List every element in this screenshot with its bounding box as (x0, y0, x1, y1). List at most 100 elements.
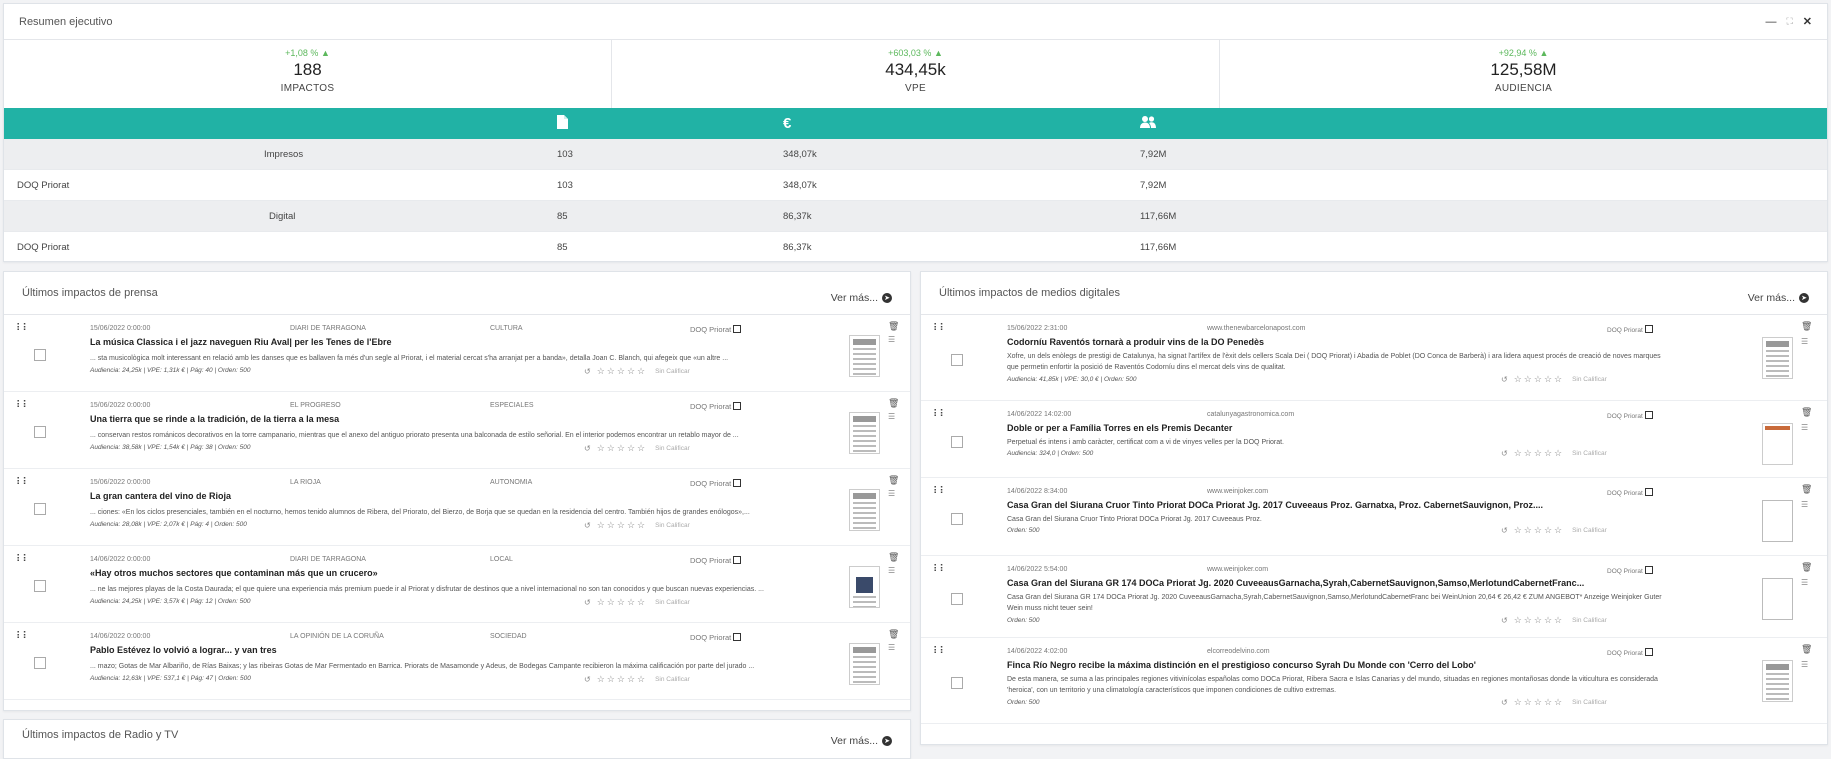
trash-icon[interactable]: 🗑 (888, 398, 899, 409)
trash-icon[interactable]: 🗑 (888, 629, 899, 640)
item-title[interactable]: Casa Gran del Siurana GR 174 DOCa Priora… (1007, 578, 1697, 588)
thumbnail-image[interactable] (849, 335, 880, 377)
select-checkbox[interactable] (34, 580, 46, 592)
item-title[interactable]: Codorníu Raventós tornarà a produir vins… (1007, 337, 1697, 347)
reset-rating-icon[interactable]: ↺ (1501, 375, 1508, 384)
star-icon[interactable]: ☆ (1534, 615, 1542, 626)
star-icon[interactable]: ☆ (1554, 448, 1562, 459)
item-client[interactable]: DOQ Priorat (690, 478, 742, 488)
star-icon[interactable]: ☆ (607, 597, 615, 608)
edit-icon[interactable] (1644, 488, 1653, 496)
reset-rating-icon[interactable]: ↺ (1501, 526, 1508, 535)
item-client[interactable]: DOQ Priorat (690, 555, 742, 565)
reset-rating-icon[interactable]: ↺ (1501, 698, 1508, 707)
document-icon[interactable]: ☰ (888, 335, 895, 344)
star-icon[interactable]: ☆ (627, 443, 635, 454)
star-icon[interactable]: ☆ (627, 366, 635, 377)
item-client[interactable]: DOQ Priorat (1607, 324, 1653, 334)
star-icon[interactable]: ☆ (1544, 525, 1552, 536)
item-client[interactable]: DOQ Priorat (1607, 565, 1653, 575)
star-icon[interactable]: ☆ (1534, 374, 1542, 385)
summary-row-impresos[interactable]: Impresos 103 348,07k 7,92M (4, 139, 1827, 170)
thumbnail-image[interactable] (849, 489, 880, 531)
star-icon[interactable]: ☆ (637, 597, 645, 608)
star-icon[interactable]: ☆ (1524, 615, 1532, 626)
select-checkbox[interactable] (34, 349, 46, 361)
trash-icon[interactable]: 🗑 (1801, 562, 1812, 573)
star-icon[interactable]: ☆ (1524, 697, 1532, 708)
item-client[interactable]: DOQ Priorat (1607, 647, 1653, 657)
press-item[interactable]: ⠇⠇ 15/06/2022 0:00:00 DIARI DE TARRAGONA CU… (4, 315, 910, 392)
reset-rating-icon[interactable]: ↺ (584, 598, 591, 607)
select-checkbox[interactable] (951, 677, 963, 689)
reset-rating-icon[interactable]: ↺ (584, 675, 591, 684)
drag-handle-icon[interactable]: ⠇⠇ (933, 409, 947, 420)
drag-handle-icon[interactable]: ⠇⠇ (16, 323, 30, 334)
star-icon[interactable]: ☆ (1554, 525, 1562, 536)
thumbnail-image[interactable] (1762, 500, 1793, 542)
press-item[interactable]: ⠇⠇ 14/06/2022 0:00:00 LA OPINIÓN DE LA COR… (4, 623, 910, 700)
star-icon[interactable]: ☆ (637, 443, 645, 454)
item-title[interactable]: Finca Río Negro recibe la máxima distinc… (1007, 660, 1697, 670)
star-icon[interactable]: ☆ (627, 597, 635, 608)
star-icon[interactable]: ☆ (637, 674, 645, 685)
star-icon[interactable]: ☆ (1544, 374, 1552, 385)
star-icon[interactable]: ☆ (1524, 374, 1532, 385)
document-icon[interactable]: ☰ (1801, 500, 1808, 509)
star-icon[interactable]: ☆ (607, 366, 615, 377)
thumbnail-image[interactable] (849, 412, 880, 454)
press-see-more-link[interactable]: Ver más... ➤ (831, 292, 892, 304)
star-icon[interactable]: ☆ (617, 674, 625, 685)
edit-icon[interactable] (1644, 566, 1653, 574)
document-icon[interactable]: ☰ (1801, 423, 1808, 432)
star-icon[interactable]: ☆ (1524, 448, 1532, 459)
summary-row-client[interactable]: DOQ Priorat 103 348,07k 7,92M (4, 170, 1827, 201)
digital-item[interactable]: ⠇⠇ 14/06/2022 4:02:00 elcorreodelvino.com D… (921, 638, 1827, 724)
document-icon[interactable]: ☰ (1801, 337, 1808, 346)
star-icon[interactable]: ☆ (1534, 697, 1542, 708)
item-title[interactable]: Casa Gran del Siurana Cruor Tinto Priora… (1007, 500, 1697, 510)
item-client[interactable]: DOQ Priorat (690, 632, 742, 642)
star-icon[interactable]: ☆ (1544, 615, 1552, 626)
thumbnail-image[interactable] (849, 643, 880, 685)
star-icon[interactable]: ☆ (1534, 525, 1542, 536)
star-icon[interactable]: ☆ (1514, 615, 1522, 626)
expand-icon[interactable]: ⛶ (1786, 16, 1792, 27)
select-checkbox[interactable] (34, 503, 46, 515)
drag-handle-icon[interactable]: ⠇⠇ (933, 486, 947, 497)
digital-item[interactable]: ⠇⠇ 14/06/2022 14:02:00 catalunyagastronomi… (921, 401, 1827, 478)
select-checkbox[interactable] (34, 426, 46, 438)
trash-icon[interactable]: 🗑 (888, 321, 899, 332)
select-checkbox[interactable] (951, 593, 963, 605)
thumbnail-image[interactable] (1762, 423, 1793, 465)
item-title[interactable]: La música Classica i el jazz naveguen Ri… (90, 337, 790, 347)
item-title[interactable]: La gran cantera del vino de Rioja (90, 491, 790, 501)
item-client[interactable]: DOQ Priorat (690, 324, 742, 334)
summary-row-digital[interactable]: Digital 85 86,37k 117,66M (4, 201, 1827, 232)
digital-item[interactable]: ⠇⠇ 15/06/2022 2:31:00 www.thenewbarcelonap… (921, 315, 1827, 401)
select-checkbox[interactable] (34, 657, 46, 669)
drag-handle-icon[interactable]: ⠇⠇ (16, 554, 30, 565)
drag-handle-icon[interactable]: ⠇⠇ (933, 646, 947, 657)
reset-rating-icon[interactable]: ↺ (1501, 449, 1508, 458)
drag-handle-icon[interactable]: ⠇⠇ (16, 477, 30, 488)
star-icon[interactable]: ☆ (1544, 448, 1552, 459)
star-icon[interactable]: ☆ (607, 520, 615, 531)
thumbnail-image[interactable] (1762, 578, 1793, 620)
star-icon[interactable]: ☆ (607, 674, 615, 685)
drag-handle-icon[interactable]: ⠇⠇ (933, 323, 947, 334)
item-title[interactable]: Pablo Estévez lo volvió a lograr... y va… (90, 645, 790, 655)
item-title[interactable]: «Hay otros muchos sectores que contamina… (90, 568, 790, 578)
select-checkbox[interactable] (951, 354, 963, 366)
digital-item[interactable]: ⠇⠇ 14/06/2022 5:54:00 www.weinjoker.com DOQ… (921, 556, 1827, 638)
trash-icon[interactable]: 🗑 (1801, 321, 1812, 332)
star-icon[interactable]: ☆ (1554, 697, 1562, 708)
item-client[interactable]: DOQ Priorat (1607, 410, 1653, 420)
reset-rating-icon[interactable]: ↺ (1501, 616, 1508, 625)
trash-icon[interactable]: 🗑 (1801, 644, 1812, 655)
select-checkbox[interactable] (951, 513, 963, 525)
reset-rating-icon[interactable]: ↺ (584, 367, 591, 376)
star-icon[interactable]: ☆ (1514, 697, 1522, 708)
document-icon[interactable]: ☰ (888, 643, 895, 652)
star-icon[interactable]: ☆ (1514, 448, 1522, 459)
